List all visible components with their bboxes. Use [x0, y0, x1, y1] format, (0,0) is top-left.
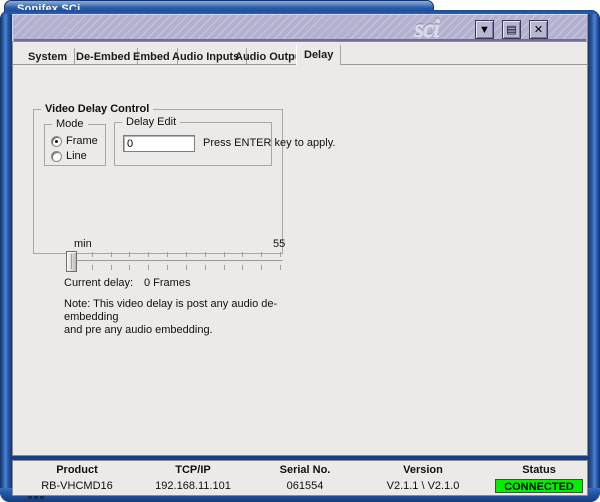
- tab-bar: System De-Embed Embed Audio Inputs Audio…: [13, 45, 587, 65]
- slider-tick: [129, 252, 131, 257]
- frame-left-edge: [0, 10, 12, 502]
- slider-tick: [185, 265, 187, 270]
- status-serial: Serial No. 061554: [253, 464, 357, 492]
- restore-icon: ▤: [506, 24, 517, 36]
- window-frame: sci ▼ ▤ ✕ System De-Embed Embed Audio In…: [0, 10, 600, 502]
- tab-delay[interactable]: Delay: [296, 45, 342, 65]
- slider-tick: [261, 265, 263, 270]
- minimize-button[interactable]: ▼: [475, 20, 494, 39]
- slider-tick: [279, 252, 281, 257]
- status-connection: Status CONNECTED: [495, 464, 583, 493]
- slider-tick: [148, 252, 150, 257]
- radio-mode-line[interactable]: Line: [51, 150, 87, 162]
- tab-system[interactable]: System: [21, 48, 76, 65]
- status-badge: CONNECTED: [495, 479, 583, 493]
- current-delay-value: 0 Frames: [144, 277, 191, 289]
- slider-tick: [129, 265, 131, 270]
- status-product: Product RB-VHCMD16: [25, 464, 129, 492]
- status-serial-label: Serial No.: [279, 464, 331, 476]
- slider-thumb[interactable]: [66, 251, 77, 272]
- mode-group-title: Mode: [52, 118, 88, 130]
- client-area: System De-Embed Embed Audio Inputs Audio…: [12, 42, 588, 456]
- status-tcpip-value: 192.168.11.101: [155, 480, 231, 492]
- slider-tick: [110, 252, 112, 257]
- slider-ticks-bottom: [73, 265, 281, 270]
- delay-edit-input[interactable]: [123, 135, 195, 152]
- slider-tick: [223, 265, 225, 270]
- banner-bottom-rule: [14, 39, 586, 41]
- delay-edit-group-title: Delay Edit: [122, 116, 181, 128]
- tab-label: System: [28, 50, 68, 63]
- slider-tick: [261, 252, 263, 257]
- current-delay-label: Current delay:: [64, 277, 134, 289]
- tab-label: Delay: [304, 49, 334, 61]
- slider-tick: [204, 265, 206, 270]
- slider-tick: [91, 265, 93, 270]
- delay-edit-group: Delay Edit Press ENTER key to apply.: [114, 116, 335, 166]
- close-icon: ✕: [533, 24, 544, 36]
- slider-tick: [167, 252, 169, 257]
- slider-tick: [148, 265, 150, 270]
- status-connection-label: Status: [522, 464, 556, 476]
- status-product-label: Product: [56, 464, 98, 476]
- slider-tick: [279, 265, 281, 270]
- status-version: Version V2.1.1 \ V2.1.0: [353, 464, 493, 492]
- mode-group: Mode Frame Line: [44, 118, 106, 166]
- radio-label: Line: [66, 150, 87, 162]
- video-delay-control-title: Video Delay Control: [41, 103, 154, 115]
- status-bar: Product RB-VHCMD16 TCP/IP 192.168.11.101…: [12, 460, 588, 496]
- slider-ticks-top: [73, 252, 281, 257]
- radio-icon: [51, 150, 62, 162]
- status-tcpip: TCP/IP 192.168.11.101: [131, 464, 255, 492]
- status-product-value: RB-VHCMD16: [41, 480, 113, 492]
- radio-mode-frame[interactable]: Frame: [51, 135, 98, 147]
- application-window: Sonifex SCi sci ▼ ▤ ✕ System De-Embed Em…: [0, 0, 600, 502]
- slider-tick: [204, 252, 206, 257]
- radio-icon: [51, 135, 62, 147]
- banner: sci ▼ ▤ ✕: [12, 14, 588, 42]
- status-version-value: V2.1.1 \ V2.1.0: [386, 480, 460, 492]
- slider-track: [71, 260, 283, 263]
- delay-edit-hint: Press ENTER key to apply.: [203, 137, 336, 149]
- tab-label: De-Embed: [76, 50, 131, 63]
- slider-tick: [242, 252, 244, 257]
- minimize-icon: ▼: [479, 23, 490, 36]
- delay-note: Note: This video delay is post any audio…: [64, 298, 278, 336]
- slider-tick: [167, 265, 169, 270]
- status-tcpip-label: TCP/IP: [175, 464, 211, 476]
- video-delay-control-group: Video Delay Control Mode Frame Line Dela…: [33, 103, 335, 336]
- slider-tick: [223, 252, 225, 257]
- status-version-label: Version: [403, 464, 443, 476]
- frame-right-edge: [588, 10, 600, 502]
- delay-slider[interactable]: [64, 250, 288, 274]
- close-button[interactable]: ✕: [529, 20, 548, 39]
- slider-tick: [110, 265, 112, 270]
- slider-tick: [91, 252, 93, 257]
- slider-tick: [185, 252, 187, 257]
- radio-label: Frame: [66, 135, 98, 147]
- slider-min-label: min: [74, 238, 92, 250]
- status-serial-value: 061554: [286, 480, 324, 492]
- sci-logo: sci: [414, 15, 440, 42]
- restore-button[interactable]: ▤: [502, 20, 521, 39]
- slider-tick: [242, 265, 244, 270]
- slider-max-label: 55: [273, 238, 286, 250]
